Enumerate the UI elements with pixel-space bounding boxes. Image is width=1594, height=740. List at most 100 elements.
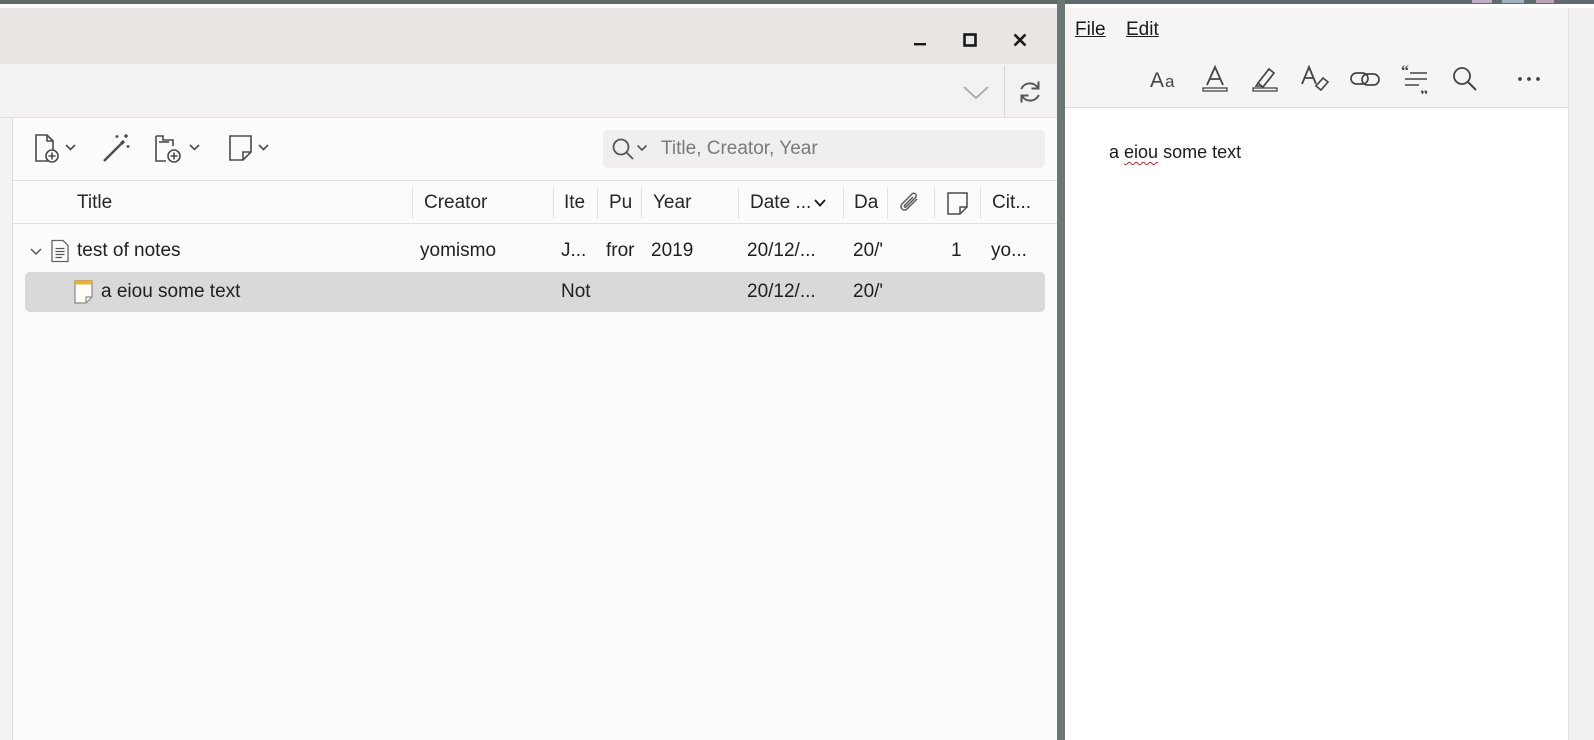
sync-icon xyxy=(1020,81,1040,103)
menu-edit-label: Edit xyxy=(1126,19,1159,40)
more-options-button[interactable] xyxy=(1511,62,1547,96)
highlight-icon xyxy=(1252,67,1278,92)
text-format-button[interactable]: A a xyxy=(1147,62,1183,96)
svg-text:„: „ xyxy=(1420,80,1428,94)
cell-date-added: 20/12/... xyxy=(747,281,816,302)
new-item-icon xyxy=(35,134,76,163)
column-header-creator[interactable]: Creator xyxy=(414,181,552,224)
menu-bar: File Edit xyxy=(1065,8,1568,50)
cell-publication: fror xyxy=(606,240,635,261)
svg-text:A: A xyxy=(1150,69,1164,92)
window-splitter[interactable] xyxy=(1057,0,1065,740)
find-replace-button[interactable] xyxy=(1447,62,1483,96)
note-icon xyxy=(229,135,269,161)
collections-pane-edge[interactable] xyxy=(0,118,13,740)
desktop-top-edge xyxy=(1440,0,1594,4)
note-text-word: a xyxy=(1109,142,1120,162)
table-header: Title Creator Ite Pu Year Date ... Da Ci… xyxy=(13,180,1057,224)
note-scrollbar[interactable] xyxy=(1568,8,1594,740)
tabs-menu-button[interactable] xyxy=(960,78,992,106)
new-collection-item-button[interactable] xyxy=(153,130,205,166)
zotero-main-window: Title Creator Ite Pu Year Date ... Da xyxy=(0,0,1057,740)
text-color-button[interactable] xyxy=(1197,62,1233,96)
cell-citation: yo... xyxy=(991,240,1027,261)
cell-year: 2019 xyxy=(651,240,694,261)
note-toolbar: A a “ „ xyxy=(1065,50,1568,108)
svg-text:“: “ xyxy=(1401,64,1409,80)
table-row-selected[interactable]: a eiou some text Not 20/12/... 20/' xyxy=(13,272,1057,312)
column-separator[interactable] xyxy=(597,187,598,219)
column-header-date-added[interactable]: Date ... xyxy=(740,181,810,224)
menu-file[interactable]: File xyxy=(1075,19,1106,41)
add-attachment-icon xyxy=(155,135,200,163)
tab-bar xyxy=(0,64,1057,118)
more-icon xyxy=(1518,77,1540,81)
cell-item-type: J... xyxy=(561,240,587,261)
tab-bar-separator xyxy=(1004,66,1005,118)
cell-date-added: 20/12/... xyxy=(747,240,816,261)
highlight-button[interactable] xyxy=(1247,62,1283,96)
citation-icon: “ „ xyxy=(1401,64,1428,94)
note-editor-window: File Edit A a “ „ a eiou some text xyxy=(1065,0,1594,740)
items-table: Title Creator Ite Pu Year Date ... Da Ci… xyxy=(13,180,1057,740)
column-separator[interactable] xyxy=(887,187,888,219)
title-bar xyxy=(0,8,1057,64)
link-icon xyxy=(1350,72,1380,86)
search-icon xyxy=(612,138,634,160)
add-by-identifier-button[interactable] xyxy=(99,130,133,166)
cell-date-modified: 20/' xyxy=(853,240,884,261)
insert-citation-button[interactable]: “ „ xyxy=(1397,62,1433,96)
search-input[interactable] xyxy=(661,137,1031,161)
column-header-publication[interactable]: Pu xyxy=(599,181,639,224)
column-separator[interactable] xyxy=(641,187,642,219)
close-button[interactable] xyxy=(1006,26,1034,54)
cell-creator: yomismo xyxy=(420,240,497,261)
column-header-notes[interactable] xyxy=(946,191,970,222)
text-color-icon xyxy=(1202,64,1228,92)
search-box[interactable] xyxy=(603,130,1045,168)
column-separator[interactable] xyxy=(412,187,413,219)
minimize-button[interactable] xyxy=(906,26,934,54)
menu-edit[interactable]: Edit xyxy=(1126,19,1159,41)
column-header-attachments[interactable] xyxy=(897,191,923,220)
cell-title: a eiou some text xyxy=(101,281,241,302)
search-mode-chevron-icon[interactable] xyxy=(636,143,648,153)
notes-column-icon xyxy=(947,192,968,215)
column-separator[interactable] xyxy=(980,187,981,219)
column-separator[interactable] xyxy=(934,187,935,219)
cell-notes-count: 1 xyxy=(951,240,962,261)
new-note-button[interactable] xyxy=(227,130,275,166)
maximize-icon xyxy=(963,33,977,47)
close-icon xyxy=(1013,33,1027,47)
column-header-year[interactable]: Year xyxy=(643,181,737,224)
text-format-icon: A a xyxy=(1150,69,1175,92)
paperclip-icon xyxy=(900,192,918,211)
note-text-rest: some text xyxy=(1163,142,1242,162)
maximize-button[interactable] xyxy=(956,26,984,54)
clear-formatting-button[interactable] xyxy=(1297,62,1333,96)
table-row[interactable]: test of notes yomismo J... fror 2019 20/… xyxy=(13,231,1057,271)
menu-file-label: File xyxy=(1075,19,1106,40)
collapse-twisty-icon[interactable] xyxy=(29,246,43,258)
note-item-icon xyxy=(74,280,93,304)
magic-wand-icon xyxy=(103,134,130,162)
sync-button[interactable] xyxy=(1012,74,1048,110)
chevron-down-icon xyxy=(963,86,989,100)
svg-text:a: a xyxy=(1165,72,1175,91)
note-content[interactable]: a eiou some text xyxy=(1109,142,1241,163)
misspelled-word[interactable]: eiou xyxy=(1124,142,1158,162)
column-header-citation[interactable]: Cit... xyxy=(982,181,1044,224)
document-icon xyxy=(51,239,69,263)
sort-descending-icon xyxy=(814,199,826,207)
cell-item-type: Not xyxy=(561,281,591,302)
minimize-icon xyxy=(914,43,926,46)
cell-date-modified: 20/' xyxy=(853,281,884,302)
find-icon xyxy=(1453,67,1477,91)
column-header-date-modified[interactable]: Da xyxy=(844,181,884,224)
clear-formatting-icon xyxy=(1301,64,1330,92)
insert-link-button[interactable] xyxy=(1347,62,1383,96)
column-header-title[interactable]: Title xyxy=(67,181,407,224)
new-item-button[interactable] xyxy=(33,130,81,166)
column-header-item-type[interactable]: Ite xyxy=(554,181,596,224)
column-separator[interactable] xyxy=(738,187,739,219)
